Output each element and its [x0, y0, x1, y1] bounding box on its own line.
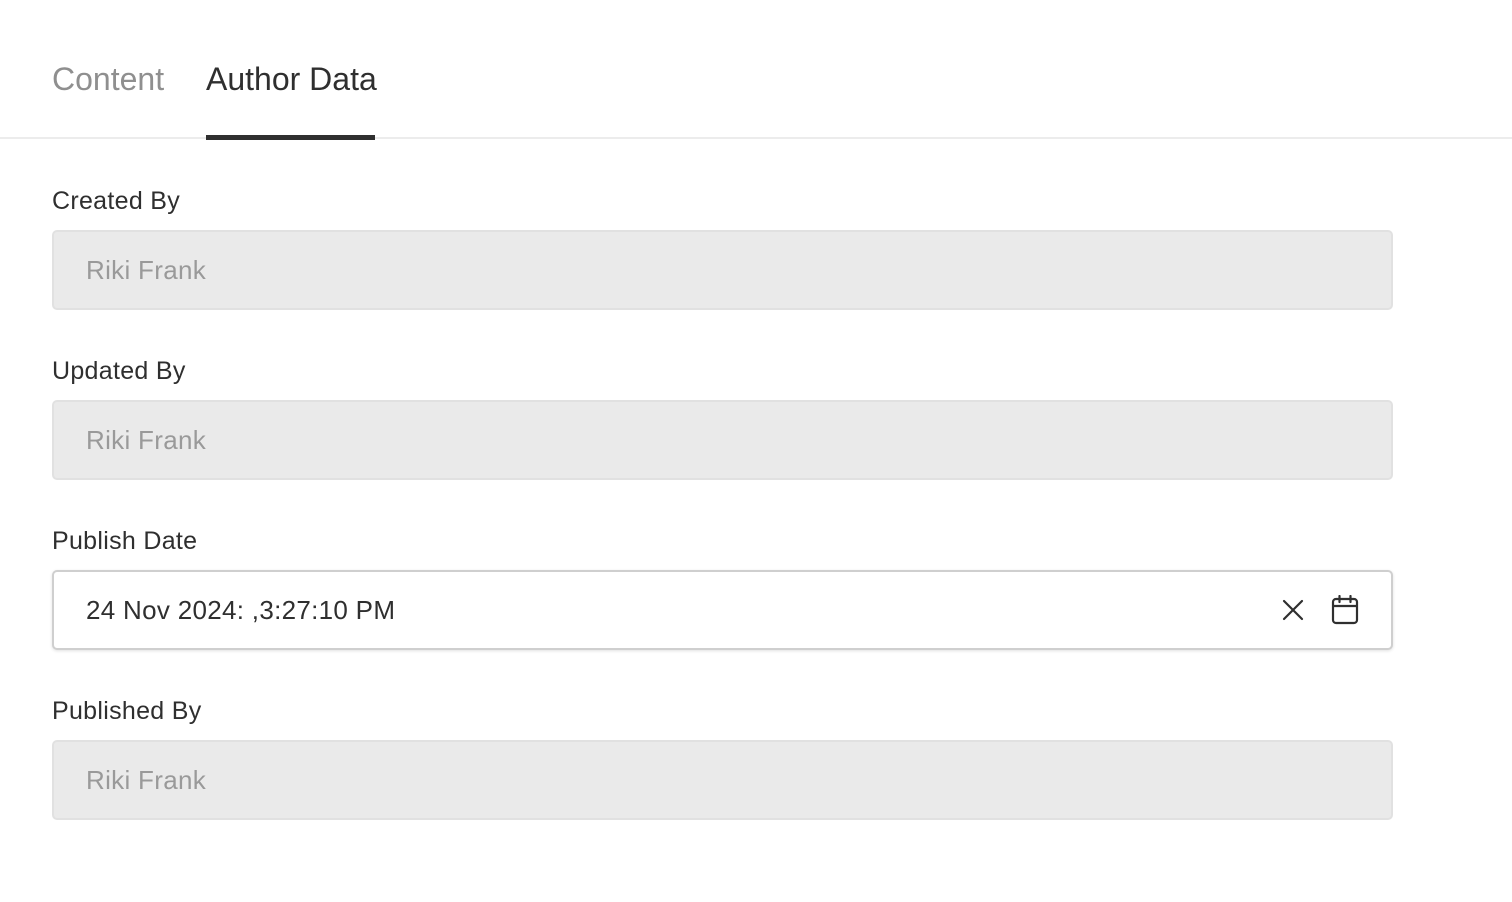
publish-date-label: Publish Date — [52, 527, 198, 555]
tab-author-data[interactable]: Author Data — [206, 58, 377, 100]
created-by-field: Riki Frank — [52, 230, 1393, 310]
calendar-icon[interactable] — [1328, 593, 1362, 627]
publish-date-field[interactable]: 24 Nov 2024: ,3:27:10 PM — [52, 570, 1393, 650]
published-by-label: Published By — [52, 697, 202, 725]
updated-by-field: Riki Frank — [52, 400, 1393, 480]
published-by-field: Riki Frank — [52, 740, 1393, 820]
publish-date-value[interactable]: 24 Nov 2024: ,3:27:10 PM — [86, 595, 395, 626]
active-tab-indicator — [206, 135, 375, 140]
tab-bar: Content Author Data — [0, 0, 1512, 140]
updated-by-label: Updated By — [52, 357, 186, 385]
tab-content[interactable]: Content — [52, 58, 164, 100]
close-icon[interactable] — [1276, 593, 1310, 627]
created-by-value: Riki Frank — [86, 254, 207, 285]
updated-by-value: Riki Frank — [86, 424, 207, 455]
created-by-label: Created By — [52, 187, 181, 215]
published-by-value: Riki Frank — [86, 764, 207, 795]
